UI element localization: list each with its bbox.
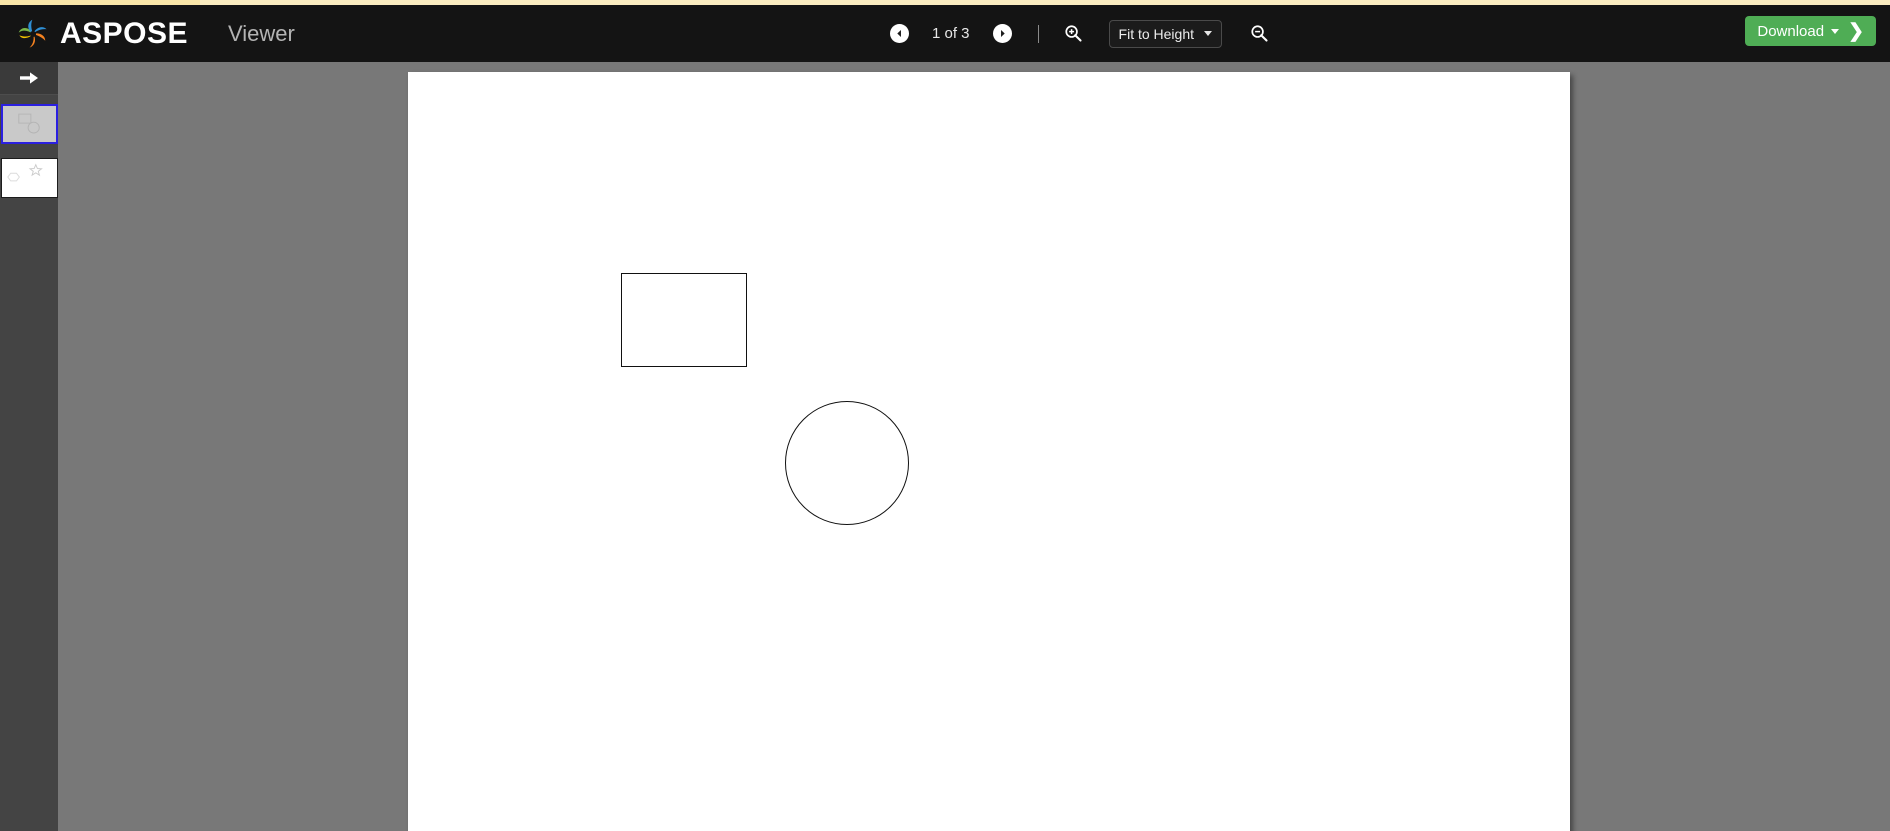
aspose-swirl-logo-icon	[18, 19, 47, 48]
magnifier-minus-icon	[1250, 25, 1268, 42]
shape-rectangle	[621, 273, 747, 367]
thumbnail-page-2[interactable]	[0, 158, 58, 198]
circle-arrow-left-icon	[889, 24, 909, 43]
thumbnail-page-1[interactable]	[0, 104, 58, 144]
thumbnail-sidebar	[0, 62, 58, 831]
download-button[interactable]: Download ❯	[1745, 16, 1876, 46]
zoom-in-button[interactable]	[1055, 15, 1093, 53]
aspose-viewer-app: ASPOSE Viewer 1 of 3 Fit to Height Downl…	[0, 0, 1890, 831]
brand-name: ASPOSE	[60, 16, 189, 50]
document-page	[408, 72, 1570, 831]
toolbar-divider	[1037, 24, 1039, 43]
zoom-out-button[interactable]	[1240, 15, 1278, 53]
chevron-down-icon	[1831, 28, 1840, 34]
page-title: Viewer	[228, 20, 295, 46]
shape-circle	[785, 401, 909, 525]
zoom-mode-select[interactable]: Fit to Height	[1108, 19, 1223, 48]
arrow-right-icon	[20, 72, 38, 84]
thumbnail-list	[0, 95, 58, 198]
page-indicator: 1 of 3	[932, 25, 970, 42]
thumbnail-page-2-preview	[6, 163, 43, 182]
next-page-button[interactable]	[984, 15, 1022, 53]
circle-arrow-right-icon	[993, 24, 1013, 43]
thumbnail-page-1-preview	[17, 113, 40, 134]
app-header: ASPOSE Viewer 1 of 3 Fit to Height Downl…	[0, 5, 1890, 62]
viewer-toolbar: 1 of 3 Fit to Height	[880, 5, 1278, 62]
notification-sliver-left	[0, 0, 200, 5]
brand-logo[interactable]: ASPOSE	[16, 5, 188, 62]
zoom-mode-label: Fit to Height	[1118, 25, 1195, 42]
chevron-down-icon	[1204, 31, 1213, 36]
chevron-right-icon: ❯	[1848, 20, 1864, 42]
sidebar-toggle-button[interactable]	[0, 62, 58, 95]
download-label: Download	[1757, 22, 1825, 40]
notification-sliver	[0, 0, 1890, 5]
prev-page-button[interactable]	[880, 15, 918, 53]
magnifier-plus-icon	[1065, 25, 1082, 42]
document-viewer[interactable]	[58, 62, 1890, 831]
page-canvas	[408, 72, 1570, 831]
